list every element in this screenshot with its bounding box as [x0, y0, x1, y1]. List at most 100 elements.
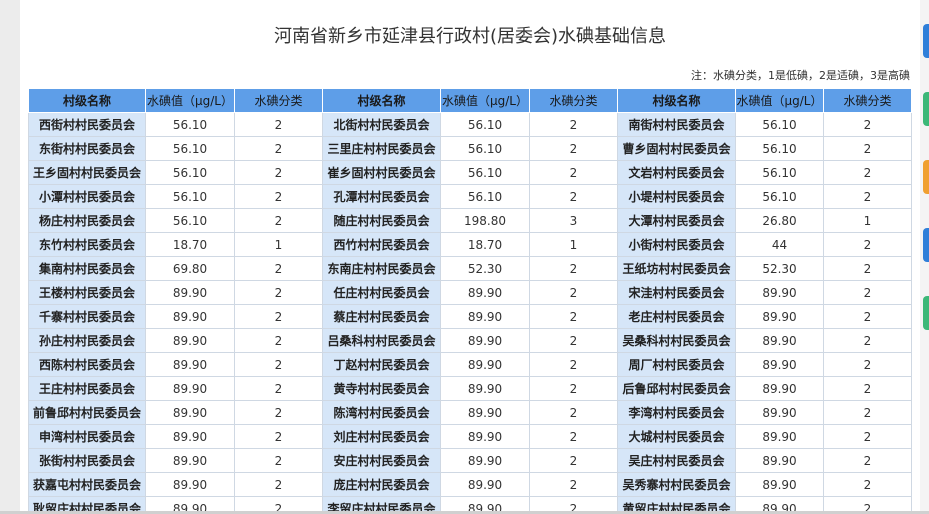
iodine-class-cell: 2 — [529, 352, 618, 377]
village-name-cell: 老庄村村民委员会 — [617, 304, 736, 329]
village-name-cell: 北街村村民委员会 — [322, 112, 441, 137]
iodine-class-cell: 2 — [529, 136, 618, 161]
side-tab-button[interactable] — [923, 296, 929, 330]
iodine-class-cell: 2 — [823, 112, 912, 137]
table-row: 孙庄村村民委员会 89.90 2 吕桑科村村民委员会 89.90 2 吴桑科村村民委员会 89… — [28, 328, 912, 353]
iodine-value-cell: 56.10 — [145, 112, 235, 137]
iodine-class-cell: 2 — [234, 304, 323, 329]
iodine-class-cell: 2 — [529, 184, 618, 209]
header-iodine-class: 水碘分类 — [529, 88, 618, 113]
side-tab-button[interactable] — [923, 92, 929, 126]
village-name-cell: 东街村村民委员会 — [28, 136, 146, 161]
table-row: 王楼村村民委员会 89.90 2 任庄村村民委员会 89.90 2 宋洼村村民委员会 89.9… — [28, 280, 912, 305]
table-row: 张街村村民委员会 89.90 2 安庄村村民委员会 89.90 2 吴庄村村民委员会 89.9… — [28, 448, 912, 473]
iodine-value-cell: 89.90 — [440, 400, 530, 425]
iodine-value-cell: 89.90 — [440, 376, 530, 401]
iodine-value-cell: 89.90 — [735, 400, 824, 425]
village-name-cell: 孔潭村村民委员会 — [322, 184, 441, 209]
iodine-value-cell: 89.90 — [145, 472, 235, 497]
table-row: 西陈村村民委员会 89.90 2 丁赵村村民委员会 89.90 2 周厂村村民委员会 89.9… — [28, 352, 912, 377]
iodine-class-cell: 2 — [234, 376, 323, 401]
village-name-cell: 庞庄村村民委员会 — [322, 472, 441, 497]
village-name-cell: 刘庄村村民委员会 — [322, 424, 441, 449]
side-tab-button[interactable] — [923, 160, 929, 194]
side-tab-button[interactable] — [923, 24, 929, 58]
header-iodine-class: 水碘分类 — [823, 88, 912, 113]
iodine-value-cell: 52.30 — [735, 256, 824, 281]
side-toolbar — [920, 0, 929, 514]
village-name-cell: 东南庄村村民委员会 — [322, 256, 441, 281]
iodine-class-cell: 2 — [529, 160, 618, 185]
iodine-class-cell: 2 — [823, 136, 912, 161]
village-name-cell: 王楼村村民委员会 — [28, 280, 146, 305]
iodine-value-cell: 56.10 — [735, 112, 824, 137]
iodine-value-cell: 56.10 — [440, 184, 530, 209]
village-name-cell: 陈湾村村民委员会 — [322, 400, 441, 425]
village-name-cell: 小街村村民委员会 — [617, 232, 736, 257]
iodine-class-cell: 2 — [823, 328, 912, 353]
village-name-cell: 南街村村民委员会 — [617, 112, 736, 137]
iodine-value-cell: 89.90 — [145, 352, 235, 377]
iodine-value-cell: 89.90 — [735, 304, 824, 329]
iodine-class-cell: 2 — [529, 328, 618, 353]
iodine-value-cell: 56.10 — [735, 160, 824, 185]
village-name-cell: 大城村村民委员会 — [617, 424, 736, 449]
iodine-value-cell: 52.30 — [440, 256, 530, 281]
village-name-cell: 吕桑科村村民委员会 — [322, 328, 441, 353]
iodine-value-cell: 89.90 — [440, 352, 530, 377]
table-row: 王庄村村民委员会 89.90 2 黄寺村村民委员会 89.90 2 后鲁邱村村民委员会 89.… — [28, 376, 912, 401]
iodine-class-cell: 2 — [823, 376, 912, 401]
village-name-cell: 李湾村村民委员会 — [617, 400, 736, 425]
village-name-cell: 西陈村村民委员会 — [28, 352, 146, 377]
classification-note: 注：水碘分类，1是低碘，2是适碘，3是高碘 — [691, 69, 910, 82]
table-row: 东街村村民委员会 56.10 2 三里庄村村民委员会 56.10 2 曹乡固村村民委员会 56… — [28, 136, 912, 161]
table-row: 申湾村村民委员会 89.90 2 刘庄村村民委员会 89.90 2 大城村村民委员会 89.9… — [28, 424, 912, 449]
iodine-value-cell: 89.90 — [440, 328, 530, 353]
iodine-class-cell: 2 — [234, 256, 323, 281]
iodine-value-cell: 198.80 — [440, 208, 530, 233]
iodine-value-cell: 18.70 — [145, 232, 235, 257]
table-row: 西街村村民委员会 56.10 2 北街村村民委员会 56.10 2 南街村村民委员会 56.1… — [28, 112, 912, 137]
iodine-class-cell: 2 — [234, 280, 323, 305]
iodine-class-cell: 2 — [234, 448, 323, 473]
village-name-cell: 后鲁邱村村民委员会 — [617, 376, 736, 401]
iodine-class-cell: 2 — [529, 376, 618, 401]
village-name-cell: 吴桑科村村民委员会 — [617, 328, 736, 353]
header-village-name: 村级名称 — [322, 88, 441, 113]
iodine-value-cell: 89.90 — [735, 328, 824, 353]
side-tab-button[interactable] — [923, 228, 929, 262]
village-name-cell: 任庄村村民委员会 — [322, 280, 441, 305]
iodine-class-cell: 2 — [823, 232, 912, 257]
iodine-value-cell: 69.80 — [145, 256, 235, 281]
iodine-value-cell: 18.70 — [440, 232, 530, 257]
village-name-cell: 千寨村村民委员会 — [28, 304, 146, 329]
header-iodine-value: 水碘值（μg/L） — [440, 88, 530, 113]
iodine-class-cell: 2 — [234, 400, 323, 425]
village-name-cell: 丁赵村村民委员会 — [322, 352, 441, 377]
iodine-value-cell: 89.90 — [440, 472, 530, 497]
iodine-table: 村级名称 水碘值（μg/L） 水碘分类 村级名称 水碘值（μg/L） 水碘分类 … — [28, 88, 912, 514]
village-name-cell: 三里庄村村民委员会 — [322, 136, 441, 161]
iodine-class-cell: 2 — [529, 400, 618, 425]
iodine-value-cell: 89.90 — [145, 400, 235, 425]
iodine-class-cell: 2 — [823, 256, 912, 281]
village-name-cell: 黄寺村村民委员会 — [322, 376, 441, 401]
table-row: 获嘉屯村村民委员会 89.90 2 庞庄村村民委员会 89.90 2 吴秀寨村村民委员会 89… — [28, 472, 912, 497]
table-row: 杨庄村村民委员会 56.10 2 随庄村村民委员会 198.80 3 大潭村村民委员会 26.… — [28, 208, 912, 233]
iodine-class-cell: 2 — [234, 424, 323, 449]
iodine-class-cell: 2 — [529, 472, 618, 497]
iodine-value-cell: 56.10 — [440, 160, 530, 185]
iodine-class-cell: 1 — [823, 208, 912, 233]
iodine-value-cell: 89.90 — [145, 328, 235, 353]
village-name-cell: 宋洼村村民委员会 — [617, 280, 736, 305]
village-name-cell: 王庄村村民委员会 — [28, 376, 146, 401]
table-row: 千寨村村民委员会 89.90 2 蔡庄村村民委员会 89.90 2 老庄村村民委员会 89.9… — [28, 304, 912, 329]
iodine-class-cell: 2 — [234, 328, 323, 353]
iodine-class-cell: 2 — [529, 448, 618, 473]
header-iodine-class: 水碘分类 — [234, 88, 323, 113]
iodine-value-cell: 89.90 — [145, 448, 235, 473]
table-row: 小潭村村民委员会 56.10 2 孔潭村村民委员会 56.10 2 小堤村村民委员会 56.1… — [28, 184, 912, 209]
village-name-cell: 蔡庄村村民委员会 — [322, 304, 441, 329]
iodine-class-cell: 2 — [234, 160, 323, 185]
iodine-value-cell: 89.90 — [145, 304, 235, 329]
